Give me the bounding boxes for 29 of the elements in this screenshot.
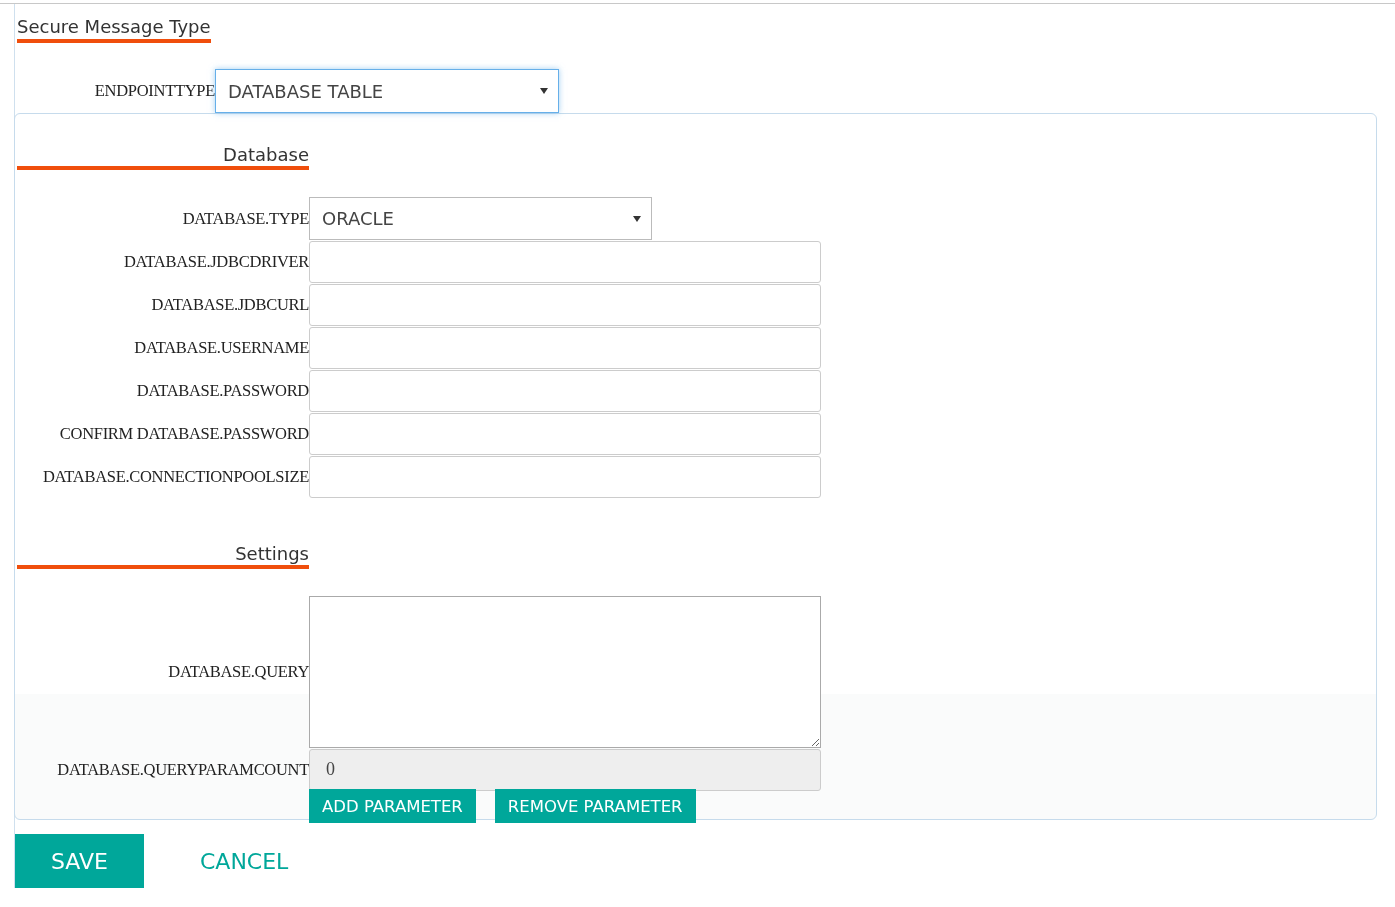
save-button[interactable]: SAVE	[15, 834, 144, 888]
input-field[interactable]	[309, 241, 821, 283]
input-field[interactable]	[309, 284, 821, 326]
input-field[interactable]	[309, 370, 821, 412]
parameter-button[interactable]: ADD PARAMETER	[309, 789, 476, 823]
input-field[interactable]	[309, 327, 821, 369]
field-label: DATABASE.JDBCURL	[150, 295, 309, 315]
field-label: DATABASE.CONNECTIONPOOLSIZE	[41, 467, 309, 487]
field-label: ENDPOINTTYPE	[93, 81, 215, 101]
field-label: DATABASE.TYPE	[181, 208, 309, 229]
field-label: DATABASE.JDBCDRIVER	[122, 252, 309, 272]
caret-icon	[633, 215, 641, 222]
field-label: DATABASE.PASSWORD	[135, 381, 309, 401]
cancel-button[interactable]: CANCEL	[199, 834, 289, 888]
caret-icon	[540, 88, 548, 94]
field-label: DATABASE.QUERY	[167, 662, 309, 682]
section-heading: Settings	[17, 543, 309, 569]
field-label: DATABASE.USERNAME	[133, 338, 309, 358]
select-field[interactable]: ORACLE	[309, 197, 652, 240]
select-field[interactable]: DATABASE TABLE	[215, 69, 559, 113]
section-heading: Database	[17, 144, 309, 170]
page-title: Secure Message Type	[17, 16, 211, 43]
input-field[interactable]: 0	[309, 749, 821, 791]
field-label: DATABASE.QUERYPARAMCOUNT	[56, 760, 309, 780]
input-field[interactable]	[309, 413, 821, 455]
input-field[interactable]	[309, 456, 821, 498]
text-area[interactable]	[309, 596, 821, 748]
field-label: CONFIRM DATABASE.PASSWORD	[58, 424, 309, 444]
parameter-button[interactable]: REMOVE PARAMETER	[494, 789, 696, 823]
